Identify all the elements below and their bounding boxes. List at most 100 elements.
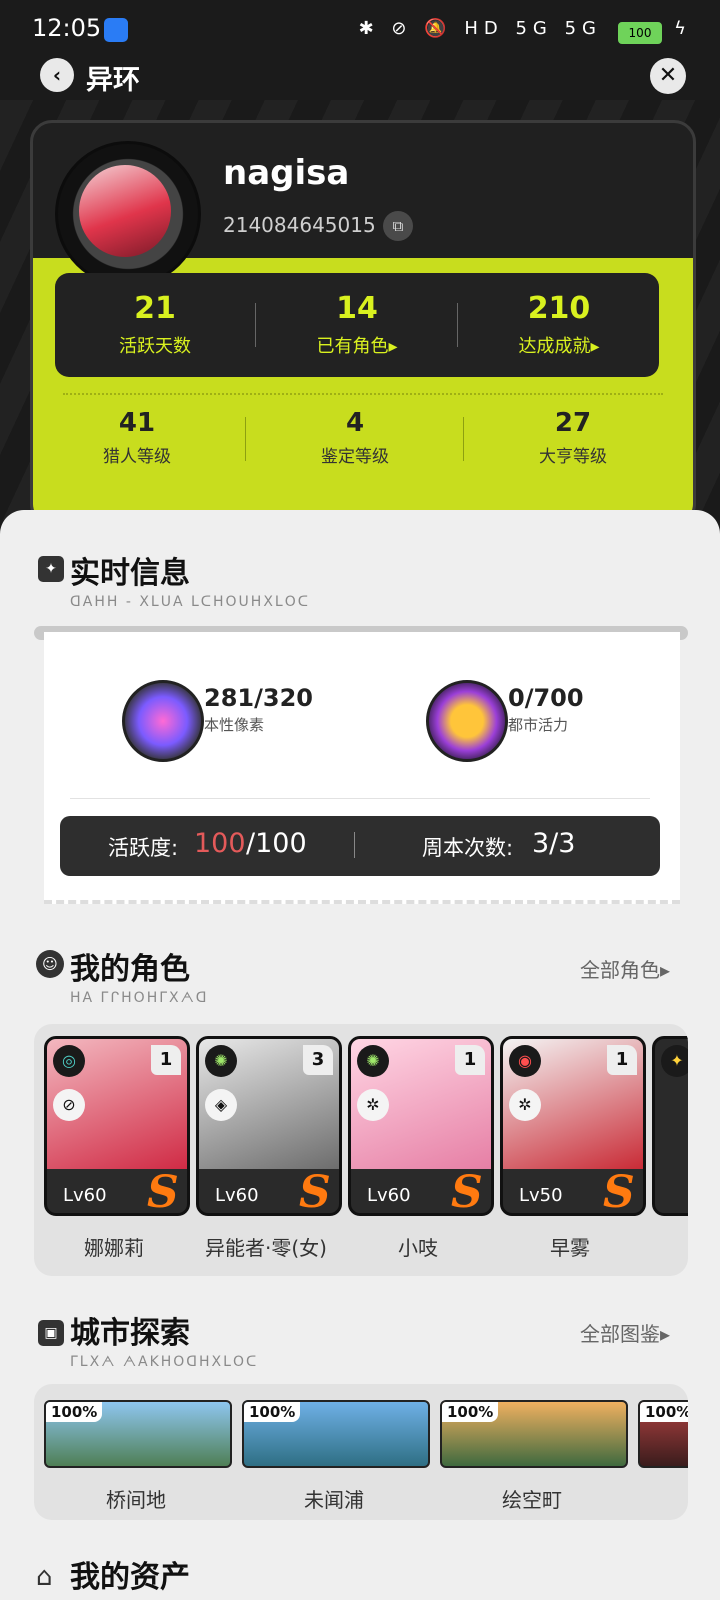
activity-current: 100 [194,828,246,859]
character-list[interactable]: ◎ ⊘ 1 Lv60 S 娜娜莉 ✺ ◈ 3 Lv60 S 异能者·零(女) ✺… [34,1024,688,1276]
stat-tycoon-level: 27 大亨等级 [473,408,673,467]
element-icon: ◎ [53,1045,85,1077]
completion-badge: 100% [442,1402,499,1422]
stat-value: 4 [345,408,365,438]
type-icon: ◈ [205,1089,237,1121]
type-icon: ✲ [509,1089,541,1121]
character-card[interactable]: ✦ [652,1036,688,1216]
pixel-card-icon [122,680,204,762]
stat-label: 猎人等级 [103,447,171,467]
stat-label: 活跃天数 [119,336,191,357]
character-card[interactable]: ✺ ◈ 3 Lv60 S [196,1036,342,1216]
stat-achievements[interactable]: 210 达成成就▸ [459,291,659,358]
character-name: 娜娜莉 [84,1236,144,1260]
rank-badge: S [299,1167,331,1216]
realtime-subtitle: ᗡAᕼᕼ - XᒪᑌA ᒪᑕᕼOᑌᕼXᒪOᑕ [70,594,310,610]
activity-total: /100 [246,828,307,859]
type-icon: ⊘ [53,1089,85,1121]
copy-icon[interactable]: ⧉ [383,211,413,241]
city-card[interactable]: 100% [638,1400,688,1468]
energy-icon [426,680,508,762]
characters-subtitle: ᕼA ᒥᒋᕼOᕼᒥXᗅᗡ [70,990,209,1006]
divider [245,417,246,461]
picture-icon: ▣ [38,1320,64,1346]
resource-value: 281/320 [204,684,313,712]
character-level: Lv60 [63,1185,107,1206]
character-card[interactable]: ◎ ⊘ 1 Lv60 S [44,1036,190,1216]
dotted-divider [63,393,663,395]
character-level: Lv50 [519,1185,563,1206]
city-title: 城市探索 [70,1316,190,1351]
character-icon: ☺ [36,950,64,978]
divider [457,303,458,347]
character-level: Lv60 [367,1185,411,1206]
user-id: 214084645015 [223,213,376,237]
weekly-value: 3/3 [532,828,576,859]
city-list[interactable]: 100% 桥间地 100% 未闻浦 100% 绘空町 100% [34,1384,688,1520]
resource-vitality: 0/700 都市活力 [508,684,584,735]
page-title: 异环 [86,65,140,96]
status-bar: 12:05 ✱ ⊘ 🔕 HD 5G 5G 100 ϟ [0,0,720,60]
assets-title: 我的资产 [70,1560,190,1595]
character-name: 异能者·零(女) [205,1236,327,1260]
profile-card: nagisa 214084645015 ⧉ 21 活跃天数 14 已有角色▸ 2… [30,120,696,526]
city-card[interactable]: 100% [44,1400,232,1468]
divider [70,798,650,799]
character-name: 小吱 [398,1236,438,1260]
character-level: Lv60 [215,1185,259,1206]
weekly-label: 周本次数: [422,836,514,860]
city-card[interactable]: 100% [440,1400,628,1468]
user-name: nagisa [223,153,350,193]
character-card[interactable]: ◉ ✲ 1 Lv50 S [500,1036,646,1216]
city-name: 绘空町 [502,1488,562,1512]
divider [255,303,256,347]
duplicate-count: 1 [151,1045,181,1075]
rank-badge: S [147,1167,179,1216]
stat-appraisal-level: 4 鉴定等级 [255,408,455,467]
divider [354,832,355,858]
status-icons: ✱ ⊘ 🔕 HD 5G 5G [358,18,602,39]
stat-value: 210 [527,291,591,326]
all-atlas-link[interactable]: 全部图鉴▸ [580,1318,670,1347]
characters-title: 我的角色 [70,952,190,987]
resource-label: 都市活力 [508,716,569,734]
close-button[interactable]: ✕ [650,58,686,94]
info-icon: ✦ [38,556,64,582]
stat-value: 14 [336,291,378,326]
city-subtitle: ᒥᒪXᗅ ᗅAKᕼOᗡᕼXᒪOᑕ [70,1354,259,1370]
home-icon: ⌂ [36,1562,53,1592]
character-name: 早雾 [550,1236,590,1260]
completion-badge: 100% [46,1402,103,1422]
main-stats: 21 活跃天数 14 已有角色▸ 210 达成成就▸ [55,273,659,377]
completion-badge: 100% [244,1402,301,1422]
activity-bar: 活跃度: 100 /100 周本次数: 3/3 [60,816,660,876]
link-icon [104,18,128,42]
rank-badge: S [603,1167,635,1216]
completion-badge: 100% [640,1402,688,1422]
city-card[interactable]: 100% [242,1400,430,1468]
duplicate-count: 1 [455,1045,485,1075]
stat-value: 41 [118,408,156,438]
back-button[interactable]: ‹ [40,58,74,92]
stat-label: 大亨等级 [539,447,607,467]
type-icon: ✲ [357,1089,389,1121]
avatar[interactable] [79,165,171,257]
rank-badge: S [451,1167,483,1216]
resource-label: 本性像素 [204,716,265,734]
resource-pixels: 281/320 本性像素 [204,684,313,735]
stat-characters[interactable]: 14 已有角色▸ [257,291,457,358]
element-icon: ✺ [357,1045,389,1077]
stat-value: 27 [554,408,592,438]
status-time: 12:05 [32,14,102,42]
stat-hunter-level: 41 猎人等级 [37,408,237,467]
duplicate-count: 1 [607,1045,637,1075]
divider [463,417,464,461]
element-icon: ✦ [661,1045,688,1077]
stat-active-days: 21 活跃天数 [55,291,255,358]
stat-label: 达成成就▸ [518,336,600,357]
element-icon: ✺ [205,1045,237,1077]
character-card[interactable]: ✺ ✲ 1 Lv60 S [348,1036,494,1216]
element-icon: ◉ [509,1045,541,1077]
activity-label: 活跃度: [108,836,179,860]
all-characters-link[interactable]: 全部角色▸ [580,954,670,983]
